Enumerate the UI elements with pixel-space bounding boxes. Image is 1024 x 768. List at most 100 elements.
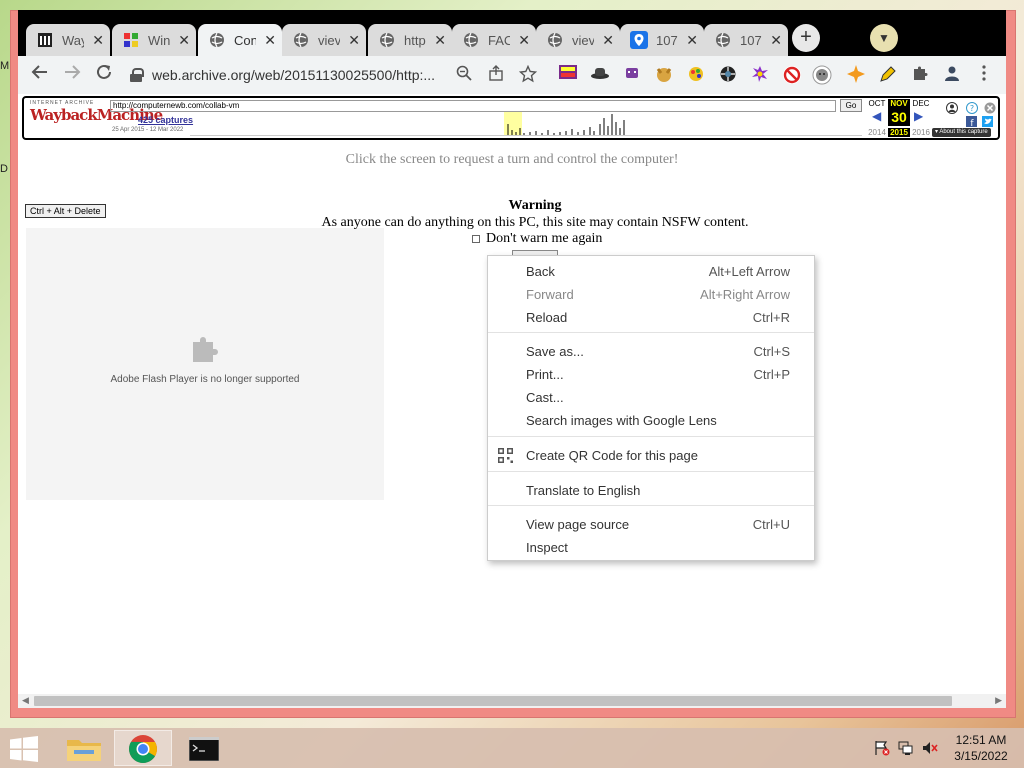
capture-day: 30 xyxy=(888,108,910,126)
menu-item-cast[interactable]: Cast... xyxy=(488,386,814,409)
menu-item-save-as[interactable]: Save as... Ctrl+S xyxy=(488,340,814,363)
menu-item-label: Forward xyxy=(526,287,574,302)
close-icon[interactable]: ✕ xyxy=(602,32,614,49)
reload-button[interactable] xyxy=(92,63,116,87)
taskbar-terminal[interactable] xyxy=(176,730,234,766)
menu-item-back[interactable]: Back Alt+Left Arrow xyxy=(488,260,814,283)
extension-hat-icon[interactable] xyxy=(590,65,610,85)
action-center-flag-icon[interactable] xyxy=(874,740,890,756)
extension-palette-icon[interactable] xyxy=(686,65,706,85)
tab-107[interactable]: 107 ✕ xyxy=(704,24,788,56)
tab-title: http xyxy=(404,32,426,48)
taskbar-file-explorer[interactable] xyxy=(56,730,114,766)
horizontal-scrollbar[interactable]: ◀ ▶ xyxy=(18,694,1006,708)
clock-date: 3/15/2022 xyxy=(954,749,1008,763)
zoom-icon[interactable] xyxy=(454,65,474,85)
scrollbar-thumb[interactable] xyxy=(34,696,952,706)
close-icon[interactable]: ✕ xyxy=(178,32,190,49)
captures-sparkline[interactable] xyxy=(190,112,862,136)
close-icon[interactable]: ✕ xyxy=(92,32,104,49)
tab-title: viev xyxy=(572,32,594,48)
windows-start-icon[interactable] xyxy=(10,736,38,762)
new-tab-button[interactable]: + xyxy=(792,24,820,52)
extension-tv-icon[interactable] xyxy=(558,65,578,85)
extension-block-icon[interactable] xyxy=(782,65,802,85)
tab-http[interactable]: http ✕ xyxy=(368,24,452,56)
address-url: web.archive.org/web/20151130025500/http:… xyxy=(152,67,436,83)
wayback-go-button[interactable]: Go xyxy=(840,99,862,112)
system-clock[interactable]: 12:51 AM 3/15/2022 xyxy=(948,732,1014,764)
menu-item-label: View page source xyxy=(526,517,630,532)
menu-item-view-source[interactable]: View page source Ctrl+U xyxy=(488,513,814,536)
about-capture-button[interactable]: ▾ About this capture xyxy=(932,128,991,137)
menu-item-label: Search images with Google Lens xyxy=(526,413,717,428)
menu-item-print[interactable]: Print... Ctrl+P xyxy=(488,363,814,386)
menu-item-forward[interactable]: Forward Alt+Right Arrow xyxy=(488,283,814,306)
close-icon[interactable]: ✕ xyxy=(518,32,530,49)
puzzle-icon[interactable] xyxy=(910,65,930,85)
tab-view-2[interactable]: viev ✕ xyxy=(536,24,620,56)
month-prev[interactable]: OCT xyxy=(866,99,888,108)
tab-faq[interactable]: FAC ✕ xyxy=(452,24,536,56)
tab-computernewb[interactable]: Con ✕ xyxy=(198,24,282,56)
tab-107-maps[interactable]: 107 ✕ xyxy=(620,24,704,56)
menu-item-label: Print... xyxy=(526,367,564,382)
year-prev[interactable]: 2014 xyxy=(866,128,888,137)
wayback-url-input[interactable]: http://computernewb.com/collab-vm xyxy=(110,100,836,112)
taskbar-chrome[interactable] xyxy=(114,730,172,766)
tab-wayback[interactable]: Way ✕ xyxy=(26,24,110,56)
menu-item-google-lens[interactable]: Search images with Google Lens xyxy=(488,409,814,432)
dont-warn-checkbox[interactable] xyxy=(472,235,480,243)
extension-invader-icon[interactable] xyxy=(622,65,642,85)
chevron-down-icon: ▼ xyxy=(878,31,890,45)
bookmark-star-icon[interactable] xyxy=(518,64,538,85)
menu-separator xyxy=(488,505,814,506)
menu-separator xyxy=(488,332,814,333)
close-icon[interactable] xyxy=(984,102,996,114)
user-icon[interactable] xyxy=(946,102,958,114)
dont-warn-checkbox-row[interactable]: Don't warn me again xyxy=(472,231,602,247)
prev-capture-arrow-icon[interactable]: ◀ xyxy=(872,109,881,123)
menu-item-create-qr[interactable]: Create QR Code for this page xyxy=(488,444,814,467)
tab-view-1[interactable]: viev ✕ xyxy=(282,24,366,56)
close-icon[interactable]: ✕ xyxy=(686,32,698,49)
close-icon[interactable]: ✕ xyxy=(434,32,446,49)
captures-link[interactable]: 425 captures xyxy=(138,115,193,125)
browser-toolbar: web.archive.org/web/20151130025500/http:… xyxy=(18,56,1006,94)
extension-face-icon[interactable] xyxy=(812,65,832,85)
menu-item-shortcut: Ctrl+R xyxy=(752,310,790,325)
extension-sun-icon[interactable] xyxy=(846,65,866,85)
extension-wheel-icon[interactable] xyxy=(718,65,738,85)
twitter-icon[interactable] xyxy=(982,116,993,127)
menu-item-reload[interactable]: Reload Ctrl+R xyxy=(488,306,814,329)
extension-pencil-icon[interactable] xyxy=(878,65,898,85)
tab-windows[interactable]: Win ✕ xyxy=(112,24,196,56)
menu-item-shortcut: Alt+Right Arrow xyxy=(700,287,790,302)
globe-icon xyxy=(462,31,480,49)
wayback-logo[interactable]: INTERNET ARCHIVE WaybackMachine xyxy=(30,100,163,134)
close-icon[interactable]: ✕ xyxy=(264,32,276,49)
volume-muted-icon[interactable] xyxy=(922,740,938,756)
menu-kebab-icon[interactable] xyxy=(974,65,994,85)
extension-doge-icon[interactable] xyxy=(654,65,674,85)
help-icon[interactable]: ? xyxy=(966,102,978,114)
extension-burst-icon[interactable] xyxy=(750,65,770,85)
network-icon[interactable] xyxy=(898,740,914,756)
year-next[interactable]: 2016 xyxy=(910,128,932,137)
tab-search-button[interactable]: ▼ xyxy=(870,24,898,52)
forward-button[interactable] xyxy=(60,63,84,87)
close-icon[interactable]: ✕ xyxy=(348,32,360,49)
profile-icon[interactable] xyxy=(942,65,962,85)
menu-item-inspect[interactable]: Inspect xyxy=(488,536,814,559)
share-icon[interactable] xyxy=(486,65,506,85)
facebook-icon[interactable]: f xyxy=(966,116,977,127)
month-next[interactable]: DEC xyxy=(910,99,932,108)
scroll-left-arrow-icon[interactable]: ◀ xyxy=(22,695,29,706)
lock-icon xyxy=(130,68,144,82)
back-button[interactable] xyxy=(28,63,52,87)
menu-item-translate[interactable]: Translate to English xyxy=(488,479,814,502)
scroll-right-arrow-icon[interactable]: ▶ xyxy=(995,695,1002,706)
close-icon[interactable]: ✕ xyxy=(770,32,782,49)
click-to-control-message: Click the screen to request a turn and c… xyxy=(345,152,679,167)
next-capture-arrow-icon[interactable]: ▶ xyxy=(914,109,923,123)
